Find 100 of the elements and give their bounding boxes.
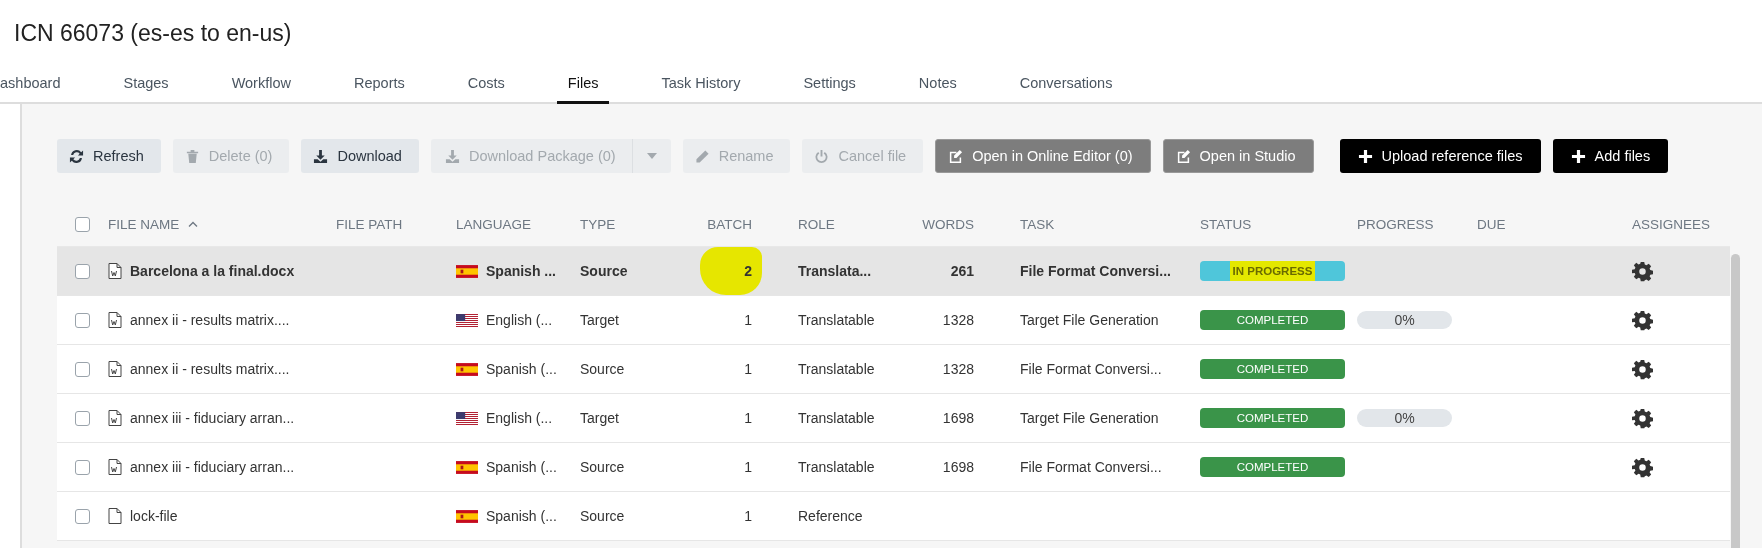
row-checkbox[interactable] [75,459,90,475]
language: Spanish (... [486,361,557,377]
language: Spanish ... [486,263,556,279]
caret-icon [646,153,657,159]
file-role: Translatable [798,312,875,328]
column-header[interactable]: DUE [1477,216,1506,232]
row-checkbox[interactable] [75,508,90,524]
file-type: Target [580,312,619,328]
tab[interactable]: Costs [456,75,516,104]
settings-icon[interactable] [1632,309,1653,331]
status-badge: COMPLETED [1200,408,1345,428]
spain-flag-icon [456,362,478,376]
trash-icon [184,148,200,164]
toolbar-button[interactable]: Refresh [57,139,161,173]
file-role: Reference [798,508,863,524]
file-name[interactable]: annex ii - results matrix.... [130,312,290,328]
file-icon [108,508,122,524]
tab[interactable]: Task History [650,75,752,104]
table-row[interactable]: annex iii - fiduciary arran... Spanish (... Source 1 Translatable 1698 File Format Conversi... COMPLETED [57,443,1730,492]
scrollbar[interactable] [1731,254,1740,548]
file-role: Translatable [798,361,875,377]
column-header[interactable]: PROGRESS [1357,216,1434,232]
task-name: Target File Generation [1020,312,1159,328]
download-icon [313,148,329,164]
row-checkbox[interactable] [75,410,90,426]
word-document-icon [108,459,122,475]
edit-icon [948,148,964,164]
word-count: 1328 [942,312,974,328]
plus-icon [1357,148,1373,164]
column-header[interactable]: WORDS [922,216,974,232]
word-document-icon [108,312,122,328]
us-flag-icon [456,411,478,425]
batch-number: 1 [744,508,752,524]
row-checkbox[interactable] [75,263,90,279]
file-type: Source [580,459,625,475]
column-header[interactable]: TYPE [580,216,616,232]
tab[interactable]: Stages [112,75,180,104]
file-role: Translata... [798,263,872,279]
power-icon [814,148,830,164]
column-header[interactable]: BATCH [707,216,752,232]
toolbar-button[interactable]: Open in Online Editor (0) [935,139,1151,173]
tab[interactable]: Conversations [1008,75,1124,104]
tab[interactable]: Notes [907,75,968,104]
column-header[interactable]: TASK [1020,216,1055,232]
table-row[interactable]: annex ii - results matrix.... English (... Target 1 Translatable 1328 Target File Generation COMPLETED 0% [57,296,1730,345]
spain-flag-icon [456,509,478,523]
row-checkbox[interactable] [75,361,90,377]
language: English (... [486,410,553,426]
toolbar-button[interactable]: Open in Studio [1162,139,1314,173]
word-document-icon [108,361,122,377]
language: English (... [486,312,553,328]
toolbar-button[interactable]: Download [301,139,419,173]
tab[interactable]: Workflow [220,75,302,104]
table-row[interactable]: annex iii - fiduciary arran... English (... Target 1 Translatable 1698 Target File Generation COMPLETED 0% [57,394,1730,443]
language: Spanish (... [486,508,557,524]
table-row[interactable]: lock-file Spanish (... Source 1 Reference [57,492,1730,541]
status-badge: COMPLETED [1200,310,1345,330]
column-header[interactable]: ROLE [798,216,835,232]
table-row[interactable]: Barcelona a la final.docx Spanish ... Source 2 Translata... 261 File Format Conversi... IN PROGRESS [57,247,1730,296]
batch-number: 1 [744,410,752,426]
file-name[interactable]: annex iii - fiduciary arran... [130,459,295,475]
batch-number: 1 [744,312,752,328]
column-header[interactable]: ASSIGNEES [1632,216,1711,232]
spain-flag-icon [456,264,478,278]
settings-icon[interactable] [1632,407,1653,429]
row-checkbox[interactable] [75,312,90,328]
download-icon [444,148,460,164]
word-count: 1328 [942,361,974,377]
settings-icon[interactable] [1632,456,1653,478]
table-row[interactable]: annex ii - results matrix.... Spanish (... Source 1 Translatable 1328 File Format Conversi... COMPLETED [57,345,1730,394]
batch-number: 2 [744,263,752,279]
file-role: Translatable [798,410,875,426]
word-document-icon [108,263,122,279]
file-name[interactable]: lock-file [130,508,178,524]
column-header[interactable]: STATUS [1200,216,1252,232]
task-name: File Format Conversi... [1020,263,1171,279]
tab[interactable]: ashboard [0,75,72,104]
file-name[interactable]: annex iii - fiduciary arran... [130,410,295,426]
task-name: Target File Generation [1020,410,1159,426]
select-all-checkbox[interactable] [75,216,90,232]
word-document-icon [108,410,122,426]
language: Spanish (... [486,459,557,475]
column-header[interactable]: LANGUAGE [456,216,532,232]
tab[interactable]: Settings [792,75,867,104]
file-type: Source [580,508,625,524]
column-header[interactable]: FILE PATH [336,216,403,232]
status-badge: COMPLETED [1200,359,1345,379]
us-flag-icon [456,313,478,327]
settings-icon[interactable] [1632,358,1653,380]
file-name[interactable]: Barcelona a la final.docx [130,263,295,279]
pencil-icon [694,148,710,164]
toolbar-button[interactable]: Upload reference files [1339,139,1541,173]
progress-bar: 0% [1357,409,1452,427]
file-name[interactable]: annex ii - results matrix.... [130,361,290,377]
batch-number: 1 [744,361,752,377]
toolbar-button[interactable]: Add files [1552,139,1669,173]
settings-icon[interactable] [1632,260,1653,282]
edit-icon [1175,148,1191,164]
column-header[interactable]: FILE NAME [108,216,180,232]
tab[interactable]: Reports [343,75,416,104]
